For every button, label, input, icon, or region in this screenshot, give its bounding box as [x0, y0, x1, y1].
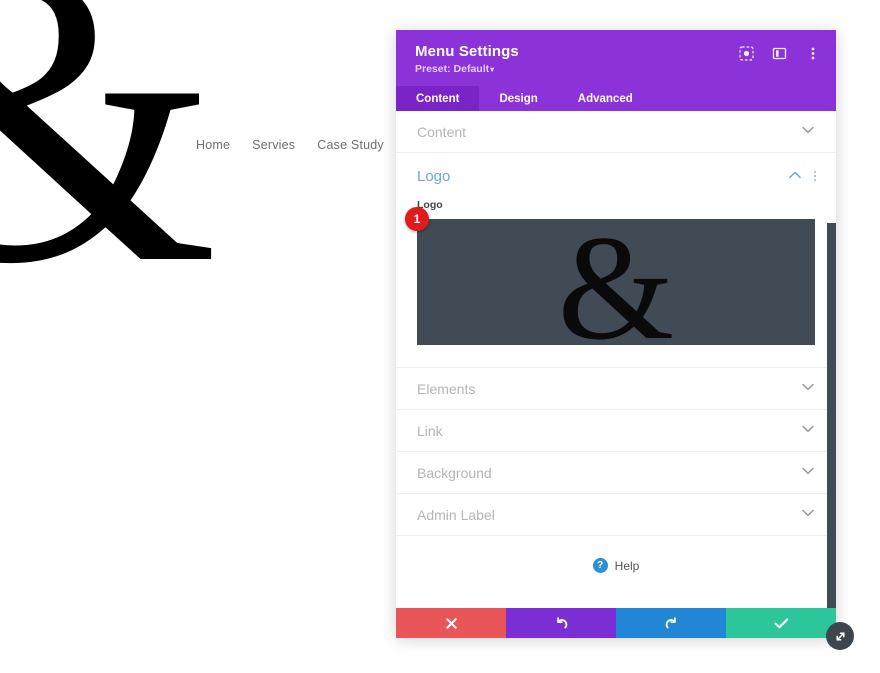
kebab-menu-icon[interactable]	[805, 46, 820, 61]
help-question-icon: ?	[592, 558, 608, 573]
preset-label: Preset: Default	[415, 63, 490, 75]
modal-scrollbar[interactable]	[827, 223, 836, 608]
section-toggle-elements[interactable]: Elements	[396, 368, 836, 410]
section-label-link: Link	[417, 422, 443, 439]
modal-resize-handle[interactable]	[826, 622, 854, 650]
section-label-background: Background	[417, 464, 492, 481]
logo-image-preview[interactable]: &	[417, 219, 815, 345]
focus-target-icon[interactable]	[739, 46, 754, 61]
site-logo-ampersand: &	[0, 0, 219, 328]
logo-field: Logo 1 &	[396, 199, 836, 367]
modal-header-titles: Menu Settings Preset: Default▾	[415, 43, 519, 75]
help-label: Help	[614, 558, 640, 573]
chevron-down-icon	[802, 509, 814, 520]
nav-link-case-study[interactable]: Case Study	[317, 138, 384, 152]
chevron-up-icon[interactable]	[789, 170, 801, 182]
modal-footer	[396, 608, 836, 638]
section-toggle-background[interactable]: Background	[396, 452, 836, 494]
chevron-down-icon	[802, 425, 814, 436]
save-button[interactable]	[726, 608, 836, 638]
logo-image-preview-wrap: 1 &	[405, 207, 815, 345]
modal-title: Menu Settings	[415, 43, 519, 60]
chevron-down-icon	[802, 126, 814, 137]
section-label-logo: Logo	[417, 167, 451, 185]
preset-caret-icon: ▾	[490, 65, 495, 74]
chevron-down-icon	[802, 467, 814, 478]
chevron-down-icon	[802, 383, 814, 394]
logo-preview-ampersand: &	[557, 219, 675, 345]
preset-selector[interactable]: Preset: Default▾	[415, 63, 519, 75]
tab-design[interactable]: Design	[479, 86, 557, 111]
modal-body: Content Logo Logo 1 & Elements Link Back…	[396, 111, 836, 608]
section-toggle-link[interactable]: Link	[396, 410, 836, 452]
section-label-elements: Elements	[417, 380, 476, 397]
menu-settings-modal: Menu Settings Preset: Default▾ Content D…	[396, 30, 836, 638]
tab-content[interactable]: Content	[396, 86, 480, 111]
redo-button[interactable]	[616, 608, 726, 638]
section-toggle-admin-label[interactable]: Admin Label	[396, 494, 836, 536]
logo-field-label: Logo	[417, 199, 443, 211]
section-logo-kebab-icon[interactable]	[814, 171, 816, 181]
layout-columns-icon[interactable]	[772, 46, 787, 61]
tab-advanced[interactable]: Advanced	[558, 86, 653, 111]
help-row[interactable]: ? Help	[396, 536, 836, 573]
modal-tab-bar: Content Design Advanced	[396, 86, 836, 111]
section-logo-tools	[789, 170, 816, 182]
undo-button[interactable]	[506, 608, 616, 638]
section-label-content: Content	[417, 123, 467, 140]
step-badge-1: 1	[405, 207, 429, 231]
modal-header-actions	[739, 43, 820, 61]
modal-header: Menu Settings Preset: Default▾	[396, 30, 836, 86]
nav-link-servies[interactable]: Servies	[252, 138, 295, 152]
nav-link-home[interactable]: Home	[196, 138, 230, 152]
section-label-admin-label: Admin Label	[417, 506, 495, 523]
section-toggle-content[interactable]: Content	[396, 111, 836, 153]
cancel-button[interactable]	[396, 608, 506, 638]
section-logo: Logo Logo 1 &	[396, 153, 836, 368]
section-logo-header[interactable]: Logo	[396, 153, 836, 199]
